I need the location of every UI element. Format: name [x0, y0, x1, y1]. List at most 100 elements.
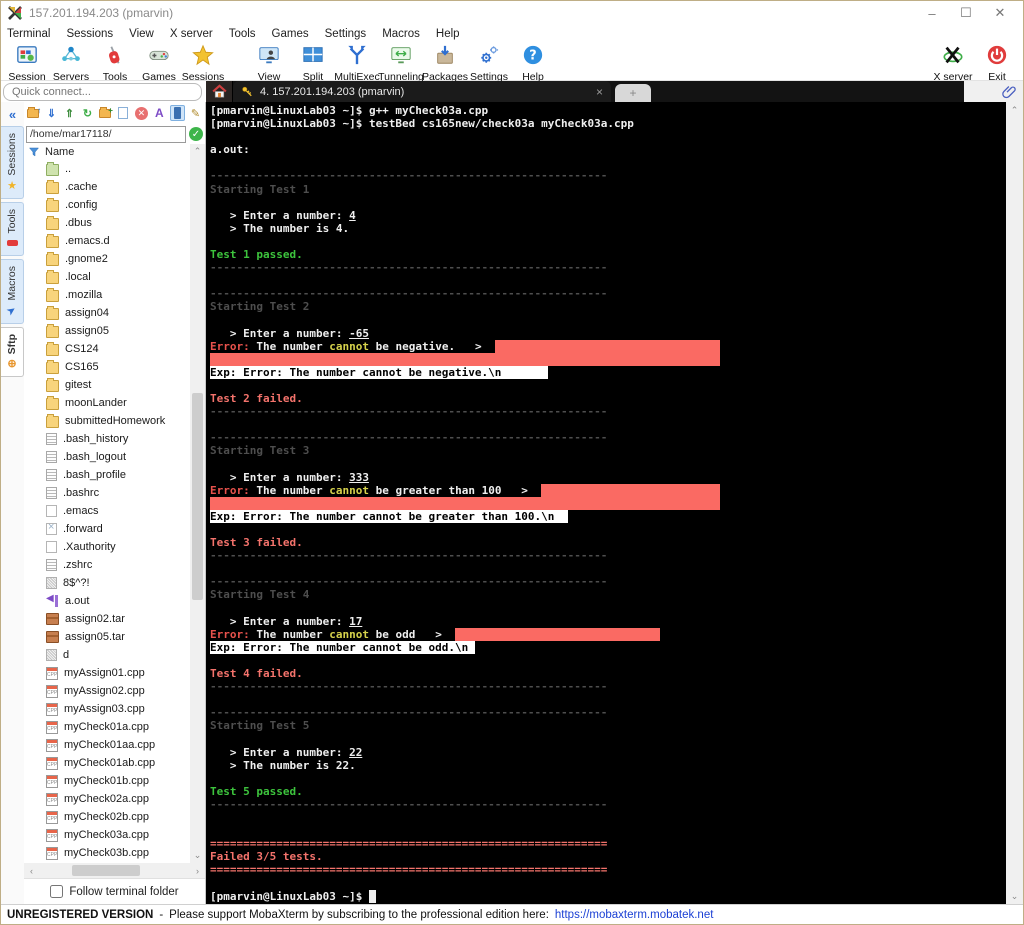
parent-folder-icon[interactable]: ↑: [26, 105, 41, 121]
rename-icon[interactable]: A: [152, 105, 167, 121]
active-terminal-tab[interactable]: 4. 157.201.194.203 (pmarvin) ×: [233, 81, 611, 102]
terminal-scroll-up-icon[interactable]: ⌃: [1006, 102, 1023, 118]
file-row[interactable]: myCheck02b.cpp: [24, 808, 190, 826]
file-row[interactable]: .gnome2: [24, 250, 190, 268]
file-row[interactable]: .Xauthority: [24, 538, 190, 556]
menu-item-tools[interactable]: Tools: [229, 28, 256, 40]
download-icon[interactable]: ⇓: [44, 105, 59, 121]
file-row[interactable]: submittedHomework: [24, 412, 190, 430]
scroll-down-icon[interactable]: ⌄: [190, 848, 205, 863]
close-button[interactable]: ✕: [983, 2, 1017, 24]
file-row[interactable]: myCheck03b.cpp: [24, 844, 190, 862]
file-row[interactable]: assign04: [24, 304, 190, 322]
sessions-button[interactable]: Sessions: [181, 44, 225, 83]
file-row[interactable]: d: [24, 646, 190, 664]
file-row[interactable]: .bash_history: [24, 430, 190, 448]
mobatek-link[interactable]: https://mobaxterm.mobatek.net: [555, 909, 714, 921]
file-row[interactable]: myCheck02a.cpp: [24, 790, 190, 808]
scroll-right-icon[interactable]: ›: [190, 866, 205, 876]
file-row[interactable]: .emacs: [24, 502, 190, 520]
file-row[interactable]: .mozilla: [24, 286, 190, 304]
settings-button[interactable]: Settings: [467, 44, 511, 83]
file-row[interactable]: .config: [24, 196, 190, 214]
split-button[interactable]: Split: [291, 44, 335, 83]
servers-button[interactable]: Servers: [49, 44, 93, 83]
file-row[interactable]: myAssign01.cpp: [24, 664, 190, 682]
terminal-scroll-down-icon[interactable]: ⌄: [1006, 888, 1023, 904]
sync-browser-icon[interactable]: [169, 105, 185, 121]
tools-button[interactable]: Tools: [93, 44, 137, 83]
file-row[interactable]: myCheck01aa.cpp: [24, 736, 190, 754]
file-row[interactable]: .bash_logout: [24, 448, 190, 466]
home-tab-button[interactable]: [206, 81, 233, 102]
file-row[interactable]: myCheck01b.cpp: [24, 772, 190, 790]
menu-item-view[interactable]: View: [129, 28, 154, 40]
file-row[interactable]: myCheck01a.cpp: [24, 718, 190, 736]
upload-icon[interactable]: ⇑: [62, 105, 77, 121]
sidebar-tab-tools[interactable]: Tools: [1, 201, 24, 257]
menu-item-x-server[interactable]: X server: [170, 28, 213, 40]
maximize-button[interactable]: ☐: [949, 2, 983, 24]
menu-item-games[interactable]: Games: [272, 28, 309, 40]
file-row[interactable]: .emacs.d: [24, 232, 190, 250]
follow-terminal-checkbox[interactable]: [50, 885, 64, 898]
packages-button[interactable]: Packages: [422, 44, 468, 83]
file-row[interactable]: myCheck01ab.cpp: [24, 754, 190, 772]
sidebar-tab-macros[interactable]: Macros ➤: [1, 259, 24, 324]
file-row[interactable]: gitest: [24, 376, 190, 394]
delete-icon[interactable]: ✕: [134, 105, 149, 121]
menu-item-terminal[interactable]: Terminal: [7, 28, 50, 40]
menu-item-settings[interactable]: Settings: [325, 28, 367, 40]
file-row[interactable]: CS165: [24, 358, 190, 376]
paperclip-icon[interactable]: [1002, 84, 1017, 99]
hscroll-thumb[interactable]: [72, 865, 141, 876]
file-list-hscrollbar[interactable]: ‹ ›: [24, 863, 205, 878]
file-row[interactable]: .forward: [24, 520, 190, 538]
minimize-button[interactable]: –: [915, 2, 949, 24]
menu-item-help[interactable]: Help: [436, 28, 460, 40]
file-row[interactable]: myAssign03.cpp: [24, 700, 190, 718]
vscroll-thumb[interactable]: [192, 393, 203, 600]
file-row[interactable]: ..: [24, 160, 190, 178]
file-row[interactable]: myAssign02.cpp: [24, 682, 190, 700]
multiexec-button[interactable]: MultiExec: [334, 44, 380, 83]
file-row[interactable]: moonLander: [24, 394, 190, 412]
quick-connect-input[interactable]: [3, 83, 202, 101]
tab-close-icon[interactable]: ×: [596, 85, 603, 99]
exit-button[interactable]: Exit: [975, 44, 1019, 83]
view-button[interactable]: View: [247, 44, 291, 83]
sftp-path-input[interactable]: [26, 125, 186, 143]
file-row[interactable]: assign05.tar: [24, 628, 190, 646]
sidebar-tab-sftp[interactable]: Sftp ⊕: [1, 326, 24, 377]
scroll-up-icon[interactable]: ⌃: [190, 144, 205, 159]
new-tab-button[interactable]: +: [615, 84, 651, 102]
file-row[interactable]: 8$^?!: [24, 574, 190, 592]
file-row[interactable]: .bashrc: [24, 484, 190, 502]
file-row[interactable]: assign05: [24, 322, 190, 340]
file-list-header[interactable]: Name: [24, 144, 190, 160]
file-row[interactable]: .cache: [24, 178, 190, 196]
scroll-left-icon[interactable]: ‹: [24, 866, 39, 876]
tunneling-button[interactable]: Tunneling: [378, 44, 424, 83]
refresh-icon[interactable]: ↻: [80, 105, 95, 121]
file-row[interactable]: .local: [24, 268, 190, 286]
menu-item-sessions[interactable]: Sessions: [66, 28, 113, 40]
session-button[interactable]: Session: [5, 44, 49, 83]
file-row[interactable]: assign02.tar: [24, 610, 190, 628]
file-row[interactable]: .dbus: [24, 214, 190, 232]
sidebar-tab-sessions[interactable]: Sessions ★: [1, 126, 24, 199]
file-row[interactable]: .zshrc: [24, 556, 190, 574]
terminal-scrollbar[interactable]: ⌃ ⌄: [1006, 102, 1023, 904]
file-row[interactable]: .bash_profile: [24, 466, 190, 484]
new-folder-icon[interactable]: +: [98, 105, 113, 121]
new-file-icon[interactable]: [116, 105, 131, 121]
collapse-sidebar-button[interactable]: «: [1, 102, 24, 126]
file-row[interactable]: CS124: [24, 340, 190, 358]
menu-item-macros[interactable]: Macros: [382, 28, 420, 40]
x server-button[interactable]: X server: [931, 44, 975, 83]
games-button[interactable]: Games: [137, 44, 181, 83]
edit-icon[interactable]: ✎: [188, 105, 203, 121]
file-list-vscrollbar[interactable]: ⌃ ⌄: [190, 144, 205, 863]
help-button[interactable]: ? Help: [511, 44, 555, 83]
file-row[interactable]: a.out: [24, 592, 190, 610]
